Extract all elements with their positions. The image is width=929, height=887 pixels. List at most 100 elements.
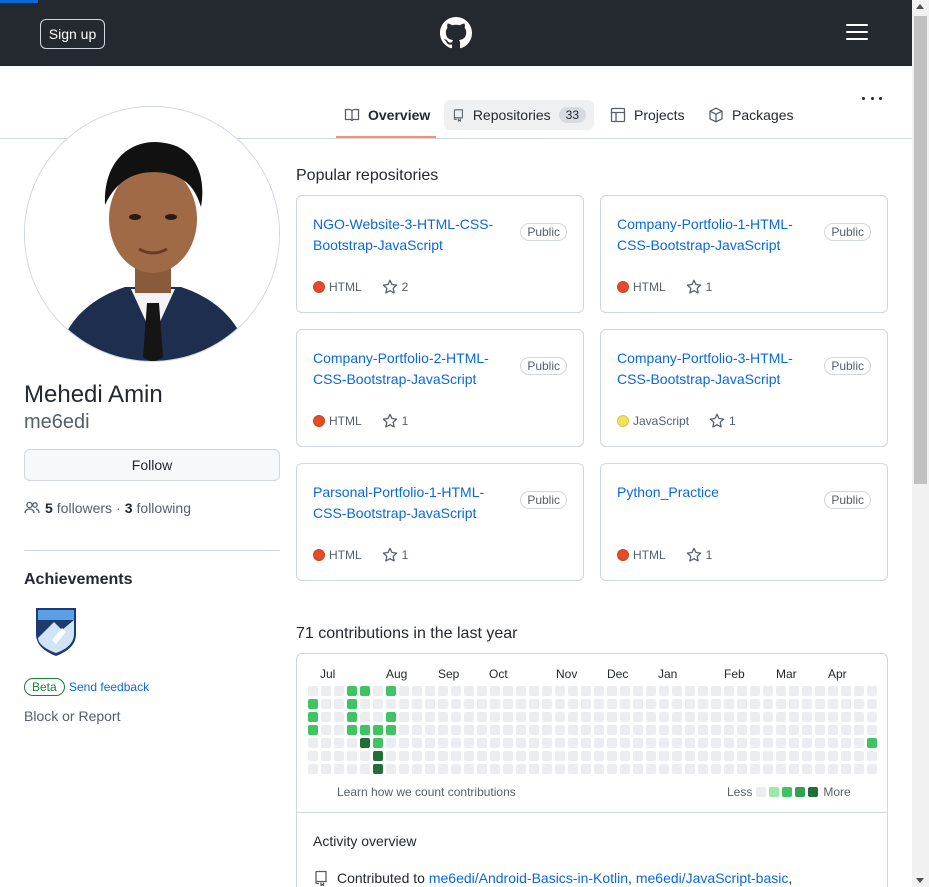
contribution-day[interactable] (529, 725, 539, 735)
contribution-day[interactable] (607, 725, 617, 735)
contribution-day[interactable] (321, 686, 331, 696)
repo-stars[interactable]: 1 (686, 547, 712, 563)
contribution-day[interactable] (425, 764, 435, 774)
contribution-day[interactable] (451, 699, 461, 709)
contribution-day[interactable] (516, 764, 526, 774)
contribution-day[interactable] (451, 725, 461, 735)
contribution-day[interactable] (399, 738, 409, 748)
contribution-day[interactable] (854, 699, 864, 709)
contribution-day[interactable] (503, 764, 513, 774)
contribution-day[interactable] (516, 699, 526, 709)
contribution-day[interactable] (854, 751, 864, 761)
contribution-day[interactable] (594, 686, 604, 696)
contribution-day[interactable] (581, 751, 591, 761)
contribution-day[interactable] (451, 751, 461, 761)
contribution-day[interactable] (724, 699, 734, 709)
contribution-day[interactable] (555, 764, 565, 774)
contribution-day[interactable] (867, 725, 877, 735)
contribution-day[interactable] (841, 738, 851, 748)
contribution-day[interactable] (828, 699, 838, 709)
contribution-day[interactable] (490, 725, 500, 735)
contribution-day[interactable] (386, 712, 396, 722)
contribution-day[interactable] (477, 751, 487, 761)
contribution-day[interactable] (451, 686, 461, 696)
contribution-day[interactable] (789, 686, 799, 696)
contribution-day[interactable] (503, 725, 513, 735)
contribution-day[interactable] (763, 712, 773, 722)
contribution-day[interactable] (425, 699, 435, 709)
contribution-day[interactable] (568, 699, 578, 709)
contribution-day[interactable] (698, 712, 708, 722)
repo-stars[interactable]: 1 (686, 279, 712, 295)
contribution-day[interactable] (412, 686, 422, 696)
followers-link[interactable]: followers (57, 500, 112, 516)
contribution-day[interactable] (555, 751, 565, 761)
contribution-day[interactable] (412, 751, 422, 761)
contribution-day[interactable] (334, 725, 344, 735)
contribution-day[interactable] (529, 712, 539, 722)
contribution-day[interactable] (555, 725, 565, 735)
contribution-day[interactable] (711, 738, 721, 748)
contribution-day[interactable] (620, 712, 630, 722)
contribution-day[interactable] (542, 725, 552, 735)
contribution-day[interactable] (529, 764, 539, 774)
contribution-day[interactable] (503, 738, 513, 748)
contribution-day[interactable] (451, 764, 461, 774)
contribution-day[interactable] (334, 764, 344, 774)
contribution-day[interactable] (529, 686, 539, 696)
contribution-day[interactable] (633, 686, 643, 696)
contribution-day[interactable] (334, 699, 344, 709)
contribution-day[interactable] (503, 699, 513, 709)
contribution-day[interactable] (347, 738, 357, 748)
tab-packages[interactable]: Packages (700, 100, 801, 130)
contribution-day[interactable] (490, 751, 500, 761)
contribution-day[interactable] (542, 712, 552, 722)
contribution-day[interactable] (412, 712, 422, 722)
contribution-day[interactable] (711, 699, 721, 709)
contribution-day[interactable] (308, 751, 318, 761)
contribution-day[interactable] (698, 751, 708, 761)
contribution-day[interactable] (581, 686, 591, 696)
contribution-day[interactable] (685, 712, 695, 722)
contribution-day[interactable] (464, 738, 474, 748)
contribution-day[interactable] (672, 699, 682, 709)
contribution-day[interactable] (373, 699, 383, 709)
contribution-day[interactable] (828, 764, 838, 774)
contribution-day[interactable] (516, 751, 526, 761)
contribution-day[interactable] (464, 764, 474, 774)
contributed-repo-link[interactable]: me6edi/Android-Basics-in-Kotlin (429, 870, 628, 886)
contribution-day[interactable] (542, 751, 552, 761)
contribution-day[interactable] (776, 751, 786, 761)
contribution-day[interactable] (529, 699, 539, 709)
contribution-day[interactable] (685, 699, 695, 709)
contribution-day[interactable] (815, 686, 825, 696)
contribution-day[interactable] (763, 751, 773, 761)
contribution-day[interactable] (711, 686, 721, 696)
contribution-day[interactable] (308, 738, 318, 748)
contribution-day[interactable] (516, 712, 526, 722)
contribution-day[interactable] (568, 751, 578, 761)
contribution-day[interactable] (399, 699, 409, 709)
repo-stars[interactable]: 1 (709, 413, 736, 429)
repo-name-link[interactable]: NGO-Website-3-HTML-CSS-Bootstrap-JavaScr… (313, 214, 513, 256)
contribution-day[interactable] (542, 686, 552, 696)
contribution-day[interactable] (828, 738, 838, 748)
contribution-day[interactable] (737, 712, 747, 722)
contribution-day[interactable] (490, 738, 500, 748)
more-options-icon[interactable] (862, 92, 882, 104)
contribution-day[interactable] (828, 686, 838, 696)
contribution-day[interactable] (477, 712, 487, 722)
contribution-day[interactable] (750, 686, 760, 696)
contribution-day[interactable] (477, 686, 487, 696)
contribution-day[interactable] (737, 764, 747, 774)
contribution-day[interactable] (386, 764, 396, 774)
contribution-day[interactable] (867, 712, 877, 722)
contribution-day[interactable] (711, 712, 721, 722)
contribution-day[interactable] (555, 686, 565, 696)
contribution-day[interactable] (620, 699, 630, 709)
contribution-day[interactable] (711, 751, 721, 761)
contribution-day[interactable] (646, 686, 656, 696)
contribution-day[interactable] (828, 725, 838, 735)
contribution-day[interactable] (815, 738, 825, 748)
contribution-day[interactable] (516, 725, 526, 735)
